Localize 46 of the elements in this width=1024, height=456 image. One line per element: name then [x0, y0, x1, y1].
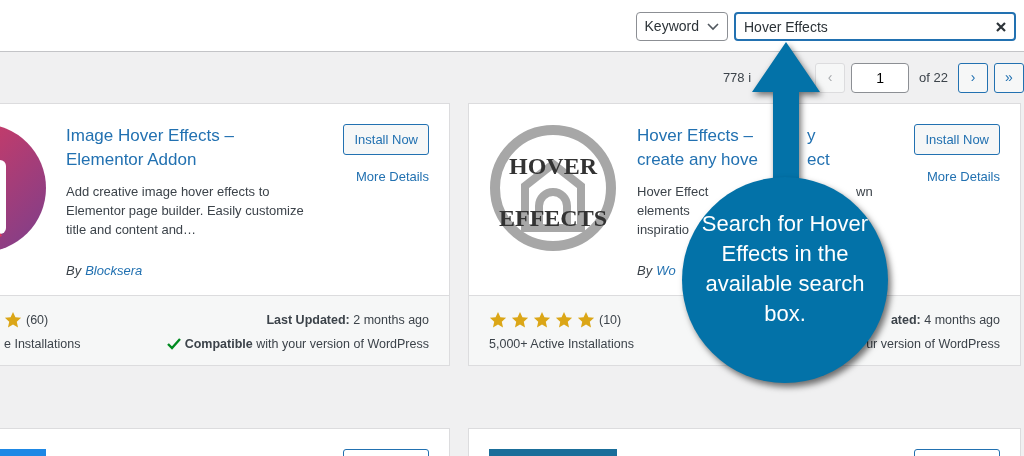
star-icon: [577, 311, 595, 329]
search-field[interactable]: Hover Effects: [734, 12, 1016, 41]
compatibility-text: Compatible with your version of WordPress: [184, 336, 429, 353]
plugin-description: elements: [637, 203, 690, 218]
next-page-button[interactable]: ›: [958, 62, 988, 93]
star-icon: [533, 311, 551, 329]
compatibility-text: ur version of WordPress: [866, 336, 1000, 353]
callout-text: Search for Hover Effects in the available search box.: [701, 211, 869, 326]
page-total: of 22: [919, 68, 948, 87]
page-field[interactable]: 1: [851, 62, 910, 93]
plugin-description: Hover Effect: [637, 184, 709, 199]
rating-count: (60): [26, 312, 49, 329]
plugin-title: ect: [807, 150, 830, 169]
rating-count: (10): [599, 312, 622, 329]
install-button[interactable]: Install Now: [914, 124, 1000, 155]
more-details-link[interactable]: More Details: [927, 167, 1000, 187]
plugin-title: create any hove: [637, 150, 758, 169]
logo-text: HOVER: [508, 152, 599, 181]
plugin-title: Image Hover Effects –: [66, 126, 234, 145]
plugin-description: Elementor page builder. Easily customize: [66, 203, 304, 218]
plugin-title: Elementor Addon: [66, 150, 197, 169]
author-label: By: [637, 262, 653, 280]
last-page-button[interactable]: »: [994, 62, 1024, 93]
more-details-link[interactable]: More Details: [356, 167, 429, 187]
star-icon: [555, 311, 573, 329]
last-updated: ated: 4 months ago: [889, 312, 1000, 329]
clear-icon[interactable]: [996, 22, 1006, 32]
plugin-description: title and content and…: [66, 222, 197, 237]
author-link[interactable]: Wo: [656, 261, 676, 281]
plugin-title: Hover Effects –: [637, 126, 753, 145]
chevron-icon: [707, 22, 719, 31]
keyword-dropdown[interactable]: Keyword: [635, 12, 728, 41]
install-count: 5,000+ Active Installations: [489, 336, 634, 353]
item-count: 778 i: [722, 68, 752, 87]
plugin-title: y: [807, 126, 816, 145]
install-count: e Installations: [4, 336, 81, 353]
star-icon: [4, 311, 22, 329]
install-button[interactable]: Install Now: [343, 124, 429, 155]
plugin-description: Add creative image hover effects to: [66, 184, 270, 199]
author-label: By: [66, 262, 82, 280]
last-updated: Last Updated: 2 months ago: [265, 312, 429, 329]
author-link[interactable]: Blocksera: [85, 261, 143, 281]
plugin-description: inspiratio: [637, 222, 690, 237]
star-icon: [489, 311, 507, 329]
plugin-description: wn: [856, 184, 873, 199]
star-icon: [511, 311, 529, 329]
